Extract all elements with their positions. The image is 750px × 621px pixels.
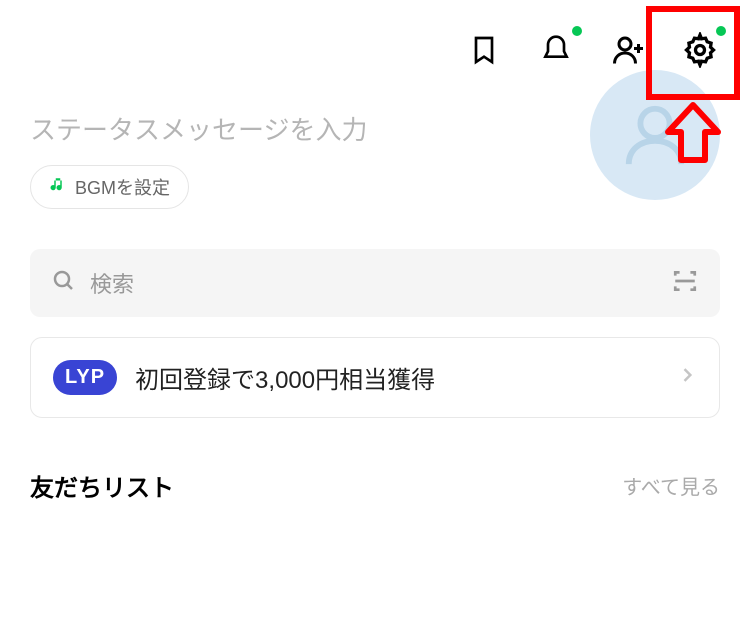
lyp-badge: LYP [53, 360, 117, 395]
bookmark-button[interactable] [464, 30, 504, 70]
profile-section: ステータスメッセージを入力 BGMを設定 [0, 80, 750, 219]
promo-text: 初回登録で3,000円相当獲得 [135, 360, 659, 395]
friend-list-header: 友だちリスト すべて見る [30, 468, 720, 503]
annotation-arrow-icon [658, 100, 728, 175]
lyp-promo-card[interactable]: LYP 初回登録で3,000円相当獲得 [30, 337, 720, 418]
notifications-button[interactable] [536, 30, 576, 70]
bgm-label: BGMを設定 [75, 174, 170, 200]
search-placeholder: 検索 [90, 267, 672, 299]
chevron-right-icon [677, 365, 697, 390]
notification-dot-icon [572, 26, 582, 36]
music-icon [49, 176, 67, 199]
bell-icon [540, 34, 572, 66]
search-bar[interactable]: 検索 [30, 249, 720, 317]
bgm-settings-chip[interactable]: BGMを設定 [30, 165, 189, 209]
header-toolbar [0, 0, 750, 80]
add-friend-icon [610, 32, 646, 68]
search-icon [52, 269, 76, 298]
see-all-link[interactable]: すべて見る [622, 471, 720, 500]
qr-scan-button[interactable] [672, 268, 698, 299]
annotation-highlight-box [646, 6, 740, 100]
bookmark-icon [468, 34, 500, 66]
friend-list-title: 友だちリスト [30, 468, 174, 503]
add-friend-button[interactable] [608, 30, 648, 70]
